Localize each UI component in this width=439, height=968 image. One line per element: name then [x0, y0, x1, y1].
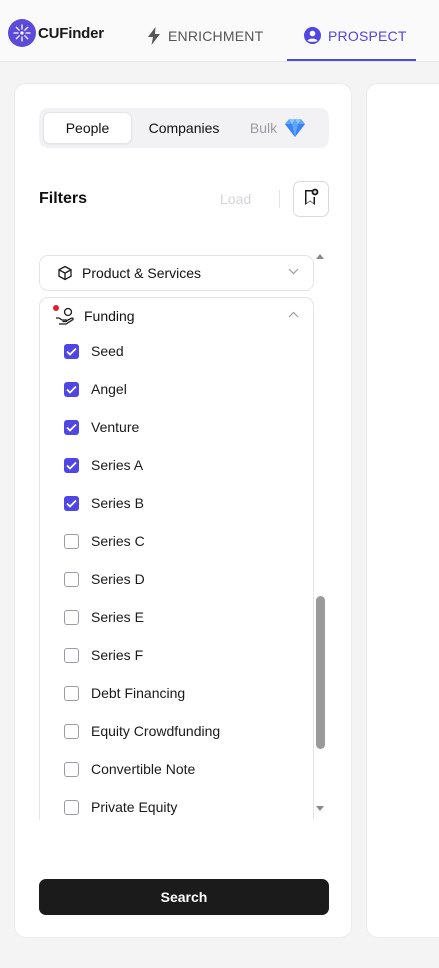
option-label: Series F: [91, 647, 144, 663]
funding-option-angel[interactable]: Angel: [64, 381, 127, 397]
active-tab-indicator: [287, 59, 416, 61]
checkbox-checked[interactable]: [64, 419, 79, 435]
checkbox-unchecked[interactable]: [64, 799, 79, 815]
funding-option-series-a[interactable]: Series A: [64, 457, 143, 473]
funding-option-seed[interactable]: Seed: [64, 343, 124, 359]
funding-option-equity-crowdfunding[interactable]: Equity Crowdfunding: [64, 723, 220, 739]
filters-title: Filters: [39, 190, 88, 207]
section-header: Product & Services: [57, 265, 201, 281]
checkbox-unchecked[interactable]: [64, 609, 79, 625]
checkbox-unchecked[interactable]: [64, 723, 79, 739]
chevron-up-icon[interactable]: [288, 311, 299, 318]
app-name: CUFinder: [38, 24, 104, 42]
funding-option-series-b[interactable]: Series B: [64, 495, 144, 511]
scroll-down-arrow[interactable]: [316, 806, 324, 811]
checkbox-unchecked[interactable]: [64, 647, 79, 663]
funding-section: Funding Seed Angel Venture Series A Seri…: [39, 297, 314, 820]
bulk-tab[interactable]: Bulk: [243, 112, 313, 144]
lightning-icon: [147, 27, 161, 45]
checkbox-unchecked[interactable]: [64, 761, 79, 777]
option-label: Series C: [91, 533, 145, 549]
option-label: Series D: [91, 571, 145, 587]
scrollbar-thumb[interactable]: [316, 596, 325, 749]
checkbox-checked[interactable]: [64, 495, 79, 511]
option-label: Series A: [91, 457, 144, 473]
funding-option-series-f[interactable]: Series F: [64, 647, 143, 663]
divider: [279, 190, 280, 208]
results-panel: [366, 83, 439, 938]
scroll-up-arrow[interactable]: [316, 254, 324, 259]
section-header[interactable]: Funding: [53, 305, 135, 325]
checkbox-checked[interactable]: [64, 343, 79, 359]
cube-icon: [57, 265, 73, 281]
option-label: Series E: [91, 609, 144, 625]
load-button[interactable]: Load: [220, 191, 251, 207]
checkbox-checked[interactable]: [64, 457, 79, 473]
option-label: Private Equity: [91, 799, 178, 815]
funding-option-venture[interactable]: Venture: [64, 419, 139, 435]
option-label: Series B: [91, 495, 144, 511]
option-label: Seed: [91, 343, 124, 359]
bulk-tab-label: Bulk: [249, 120, 278, 136]
chevron-down-icon: [288, 268, 299, 275]
companies-tab[interactable]: Companies: [139, 112, 229, 144]
search-button[interactable]: Search: [39, 879, 329, 915]
active-filter-dot: [53, 305, 59, 311]
option-label: Equity Crowdfunding: [91, 723, 221, 739]
filter-list[interactable]: Product & Services Funding Seed Angel Ve…: [39, 254, 329, 820]
diamond-icon: [284, 118, 306, 138]
funding-option-private-equity[interactable]: Private Equity: [64, 799, 177, 815]
section-label: Funding: [84, 308, 135, 324]
funding-option-debt-financing[interactable]: Debt Financing: [64, 685, 185, 701]
checkbox-unchecked[interactable]: [64, 533, 79, 549]
entity-type-switch: People Companies Bulk: [39, 108, 329, 148]
tab-prospect-label: PROSPECT: [328, 27, 407, 44]
option-label: Venture: [91, 419, 140, 435]
section-label: Product & Services: [82, 265, 202, 281]
people-tab[interactable]: People: [43, 112, 132, 144]
option-label: Debt Financing: [91, 685, 186, 701]
funding-option-series-d[interactable]: Series D: [64, 571, 145, 587]
funding-option-series-e[interactable]: Series E: [64, 609, 144, 625]
funding-option-convertible-note[interactable]: Convertible Note: [64, 761, 195, 777]
checkbox-unchecked[interactable]: [64, 685, 79, 701]
product-services-section[interactable]: Product & Services: [39, 255, 314, 291]
app-logo[interactable]: CUFinder: [8, 19, 104, 47]
save-filters-button[interactable]: [293, 181, 329, 217]
funding-option-series-c[interactable]: Series C: [64, 533, 145, 549]
option-label: Convertible Note: [91, 761, 196, 777]
user-circle-icon: [304, 27, 321, 44]
bookmark-add-icon: [303, 188, 319, 211]
checkbox-checked[interactable]: [64, 381, 79, 397]
hand-coin-icon: [53, 305, 75, 325]
checkbox-unchecked[interactable]: [64, 571, 79, 587]
option-label: Angel: [91, 381, 127, 397]
filter-panel: People Companies Bulk Filters Load Produ…: [14, 83, 352, 938]
tab-prospect[interactable]: PROSPECT: [304, 27, 407, 44]
tab-enrichment[interactable]: ENRICHMENT: [147, 27, 263, 45]
logo-burst-icon: [8, 19, 36, 47]
top-nav: CUFinder ENRICHMENT PROSPECT: [0, 0, 439, 62]
tab-enrichment-label: ENRICHMENT: [168, 28, 264, 44]
